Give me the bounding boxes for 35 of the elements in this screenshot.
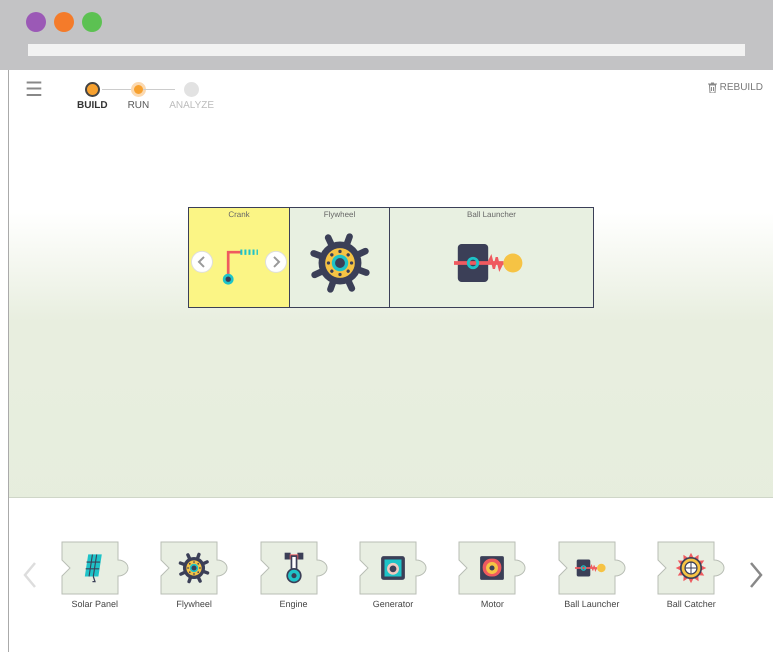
step-tab[interactable]: RUN	[128, 82, 150, 112]
close-window-dot[interactable]	[26, 12, 46, 32]
part-label: Ball Launcher	[564, 599, 620, 609]
rebuild-button[interactable]: REBUILD	[708, 82, 763, 93]
part-label: Engine	[280, 599, 308, 609]
scroll-right-button[interactable]	[749, 562, 763, 588]
machine-piece[interactable]: Crank	[189, 208, 289, 307]
part-tile[interactable]	[260, 541, 328, 595]
part-label: Generator	[372, 599, 414, 609]
chevron-left-icon	[197, 256, 207, 268]
ball-catcher-icon	[674, 551, 708, 585]
piece-label: Ball Launcher	[467, 210, 516, 219]
piece-label: Flywheel	[324, 210, 356, 219]
part-tile[interactable]	[160, 541, 228, 595]
part-label: Solar Panel	[71, 599, 118, 609]
previous-button[interactable]	[191, 250, 213, 273]
part-label: Motor	[480, 599, 504, 609]
flywheel-icon	[177, 551, 212, 585]
minimize-window-dot[interactable]	[54, 12, 74, 32]
menu-button[interactable]: ☰	[25, 82, 43, 98]
part-label: Flywheel	[176, 599, 212, 609]
part-tile[interactable]	[60, 541, 129, 595]
maximize-window-dot[interactable]	[82, 12, 102, 32]
chevron-right-icon	[271, 256, 281, 268]
part-tile[interactable]	[657, 541, 726, 595]
machine-piece[interactable]: Flywheel	[289, 208, 389, 307]
part-tile[interactable]	[458, 541, 526, 595]
machine-piece[interactable]: Ball Launcher	[389, 208, 593, 307]
piece-label: Crank	[228, 210, 250, 219]
step-tab[interactable]: BUILD	[77, 82, 108, 112]
part-tile[interactable]	[358, 541, 427, 595]
part-label: Ball Catcher	[666, 599, 716, 609]
trash-icon	[708, 82, 717, 93]
part-tile[interactable]	[558, 541, 626, 595]
next-button[interactable]	[265, 250, 287, 273]
